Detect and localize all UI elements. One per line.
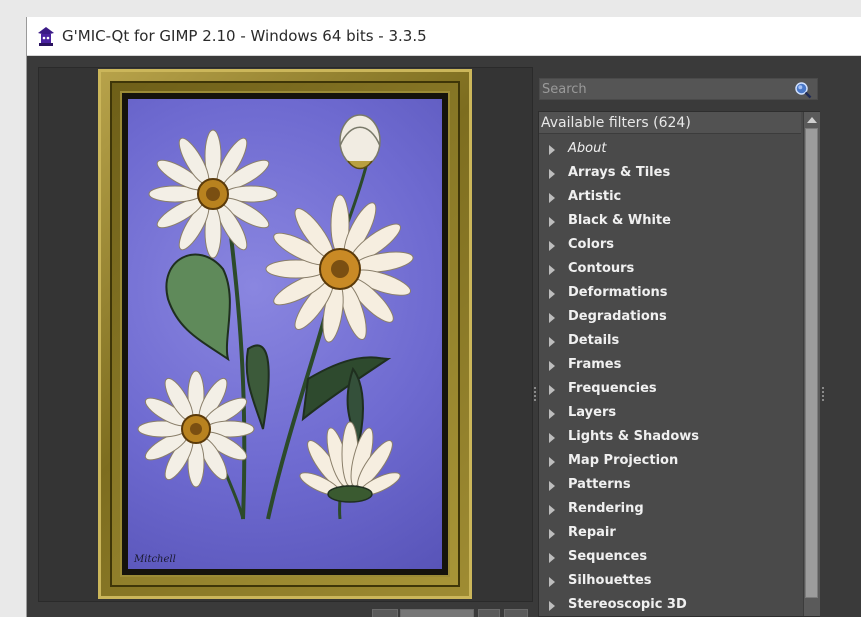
expand-arrow-icon[interactable]: [549, 529, 555, 539]
filter-category-label: Artistic: [568, 189, 622, 204]
filter-category-item[interactable]: Silhouettes: [539, 570, 801, 594]
expand-arrow-icon[interactable]: [549, 337, 555, 347]
filter-category-item[interactable]: About: [539, 138, 801, 162]
daisy-painting: Mitchell: [128, 99, 442, 569]
expand-arrow-icon[interactable]: [549, 361, 555, 371]
filter-category-label: Deformations: [568, 285, 668, 300]
preview-pane[interactable]: Mitchell: [38, 67, 533, 602]
filter-category-item[interactable]: Map Projection: [539, 450, 801, 474]
filter-category-label: Patterns: [568, 477, 631, 492]
filter-category-label: Silhouettes: [568, 573, 652, 588]
filter-category-item[interactable]: Rendering: [539, 498, 801, 522]
filter-category-item[interactable]: Degradations: [539, 306, 801, 330]
filter-category-item[interactable]: Frequencies: [539, 378, 801, 402]
expand-arrow-icon[interactable]: [549, 409, 555, 419]
zoom-slider[interactable]: [400, 609, 474, 617]
expand-arrow-icon[interactable]: [549, 145, 555, 155]
expand-arrow-icon[interactable]: [549, 433, 555, 443]
filter-category-item[interactable]: Contours: [539, 258, 801, 282]
filters-header[interactable]: Available filters (624): [539, 112, 801, 134]
filter-category-item[interactable]: Patterns: [539, 474, 801, 498]
daisy-illustration: [137, 114, 414, 520]
frame-inner-border: Mitchell: [120, 91, 450, 577]
filter-category-item[interactable]: Sequences: [539, 546, 801, 570]
expand-arrow-icon[interactable]: [549, 601, 555, 611]
painting-signature: Mitchell: [134, 554, 176, 565]
expand-arrow-icon[interactable]: [549, 313, 555, 323]
filter-category-label: Colors: [568, 237, 615, 252]
gmic-wizard-icon: [38, 27, 54, 46]
expand-arrow-icon[interactable]: [549, 553, 555, 563]
expand-arrow-icon[interactable]: [549, 217, 555, 227]
right-splitter-handle[interactable]: [822, 387, 824, 401]
search-field[interactable]: [539, 78, 818, 100]
filter-category-label: Sequences: [568, 549, 648, 564]
filter-list-scrollbar[interactable]: [803, 112, 820, 616]
filter-category-label: Rendering: [568, 501, 644, 516]
filter-category-label: Frequencies: [568, 381, 657, 396]
title-bar[interactable]: G'MIC-Qt for GIMP 2.10 - Windows 64 bits…: [27, 17, 861, 56]
expand-arrow-icon[interactable]: [549, 505, 555, 515]
refresh-button[interactable]: [504, 609, 528, 617]
zoom-fit-button[interactable]: [478, 609, 500, 617]
expand-arrow-icon[interactable]: [549, 577, 555, 587]
filter-category-item[interactable]: Arrays & Tiles: [539, 162, 801, 186]
filter-category-label: Contours: [568, 261, 635, 276]
expand-arrow-icon[interactable]: [549, 265, 555, 275]
filter-category-label: About: [568, 141, 607, 156]
expand-arrow-icon[interactable]: [549, 241, 555, 251]
filter-category-item[interactable]: Colors: [539, 234, 801, 258]
scroll-up-arrow-icon[interactable]: [807, 117, 817, 123]
gmic-window: G'MIC-Qt for GIMP 2.10 - Windows 64 bits…: [26, 17, 861, 617]
filter-category-label: Repair: [568, 525, 616, 540]
expand-arrow-icon[interactable]: [549, 457, 555, 467]
expand-arrow-icon[interactable]: [549, 193, 555, 203]
filter-category-label: Frames: [568, 357, 622, 372]
frame-bevel: Mitchell: [110, 81, 460, 587]
window-title: G'MIC-Qt for GIMP 2.10 - Windows 64 bits…: [62, 27, 427, 45]
filter-category-item[interactable]: Deformations: [539, 282, 801, 306]
filter-category-item[interactable]: Black & White: [539, 210, 801, 234]
filter-category-label: Layers: [568, 405, 617, 420]
filter-category-label: Stereoscopic 3D: [568, 597, 687, 612]
preview-controls: [38, 607, 531, 617]
filter-category-label: Lights & Shadows: [568, 429, 700, 444]
expand-arrow-icon[interactable]: [549, 169, 555, 179]
filter-tree[interactable]: Available filters (624) About Arrays & Ti…: [538, 111, 820, 617]
filter-category-item[interactable]: Lights & Shadows: [539, 426, 801, 450]
filter-category-label: Details: [568, 333, 620, 348]
search-input[interactable]: [542, 81, 788, 97]
filter-category-label: Arrays & Tiles: [568, 165, 671, 180]
filter-category-label: Degradations: [568, 309, 667, 324]
filter-category-item[interactable]: Repair: [539, 522, 801, 546]
expand-arrow-icon[interactable]: [549, 481, 555, 491]
zoom-out-button[interactable]: [372, 609, 398, 617]
expand-arrow-icon[interactable]: [549, 385, 555, 395]
filter-category-item[interactable]: Layers: [539, 402, 801, 426]
filter-category-item[interactable]: Frames: [539, 354, 801, 378]
filter-list: About Arrays & Tiles Artistic Black & White…: [539, 138, 801, 617]
search-icon[interactable]: [794, 81, 812, 99]
filter-category-item[interactable]: Details: [539, 330, 801, 354]
filter-category-label: Map Projection: [568, 453, 679, 468]
expand-arrow-icon[interactable]: [549, 289, 555, 299]
left-splitter-handle[interactable]: [534, 387, 536, 401]
filter-category-item[interactable]: Stereoscopic 3D: [539, 594, 801, 617]
filter-category-item[interactable]: Artistic: [539, 186, 801, 210]
preview-image: Mitchell: [98, 69, 472, 599]
filter-category-label: Black & White: [568, 213, 671, 228]
scrollbar-thumb[interactable]: [805, 128, 818, 598]
